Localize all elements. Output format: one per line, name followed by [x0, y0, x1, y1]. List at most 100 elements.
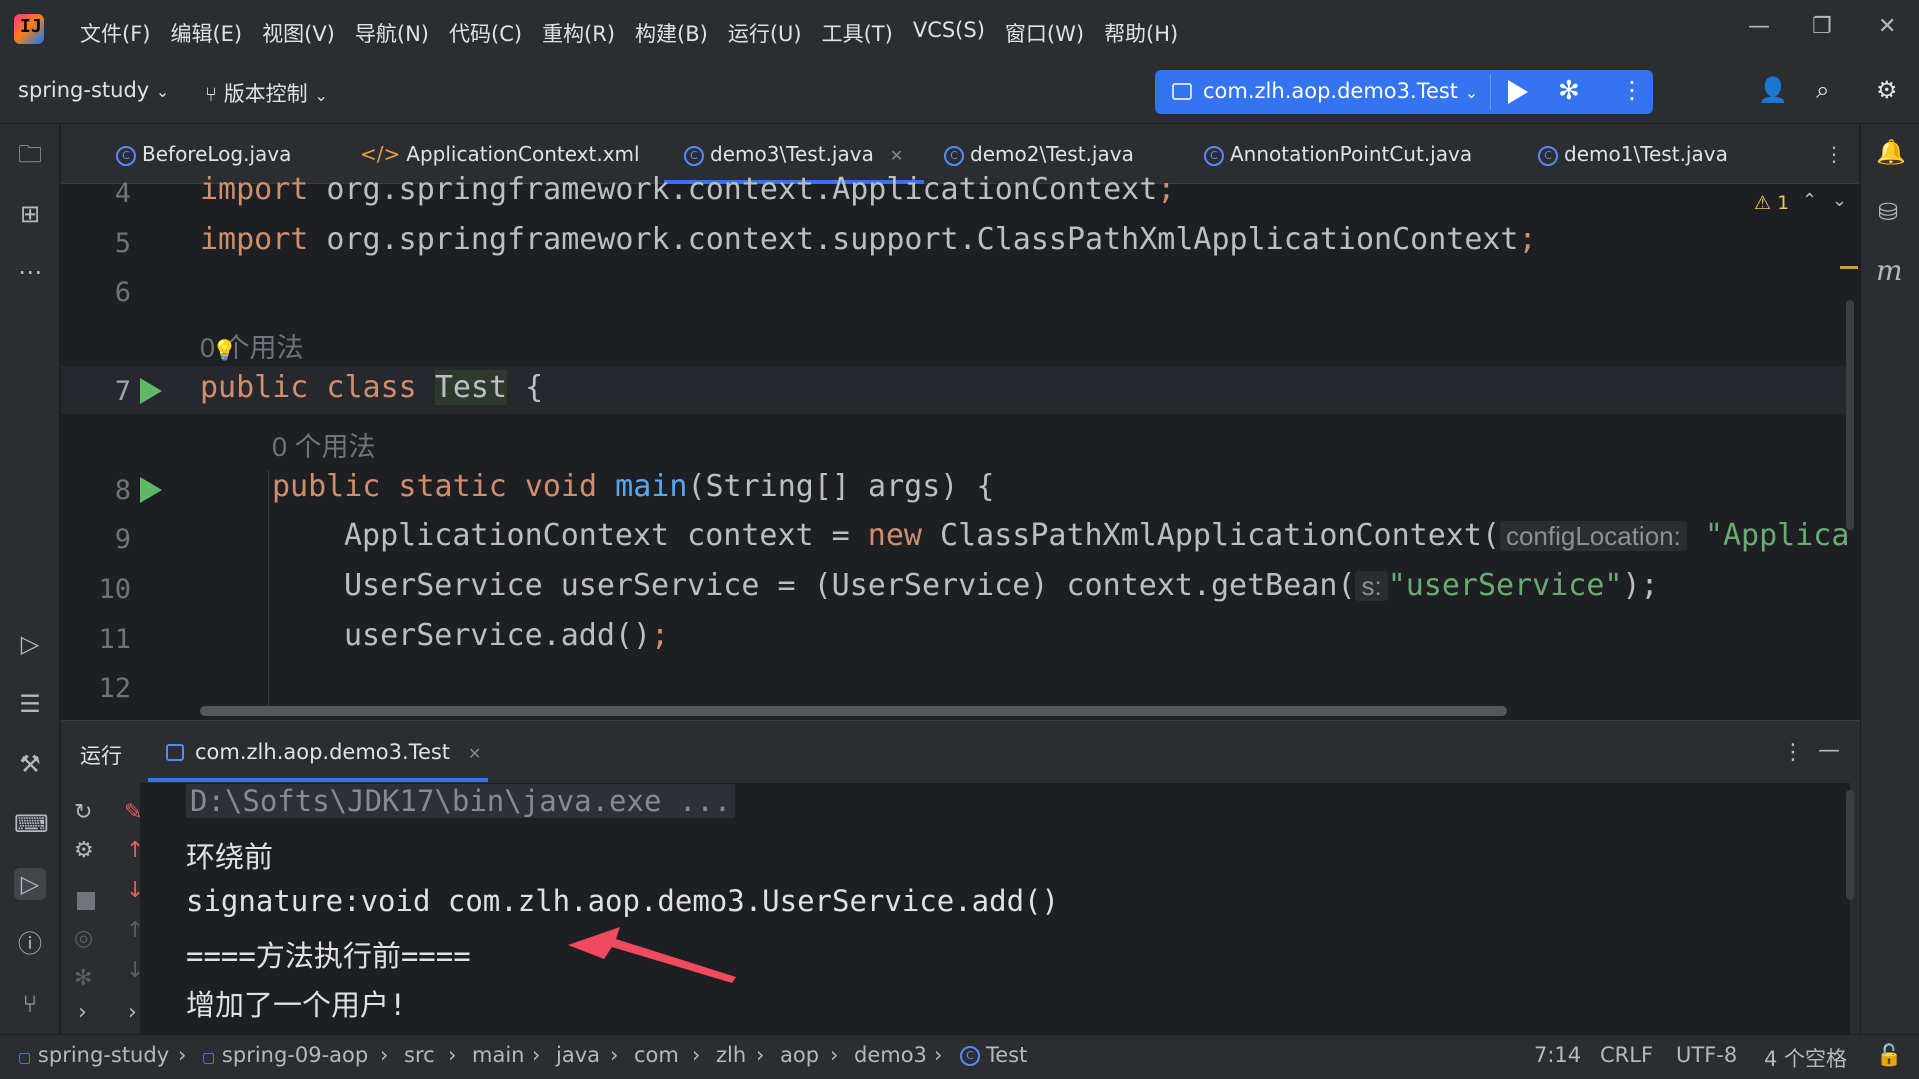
breadcrumb-separator: ›: [934, 1043, 943, 1067]
minimize-icon[interactable]: —: [1748, 14, 1770, 39]
expand-more-icon[interactable]: ›: [78, 1000, 87, 1025]
tab-more-icon[interactable]: ⋮: [1824, 142, 1844, 166]
breadcrumb-zlh[interactable]: zlh: [716, 1043, 746, 1067]
line-number: 10: [98, 574, 131, 605]
close-run-tab-icon[interactable]: ✕: [468, 744, 481, 763]
more-horizontal-icon[interactable]: ⋯: [14, 256, 46, 288]
debug-icon[interactable]: ✻: [1558, 76, 1580, 106]
console-line-highlighted: ====方法执行前====: [186, 939, 471, 973]
hide-panel-icon[interactable]: —: [1818, 738, 1840, 763]
chevron-down-icon: ⌄: [314, 86, 328, 105]
problems-icon[interactable]: ⓘ: [14, 928, 46, 960]
menu-build[interactable]: 构建(B): [625, 12, 718, 54]
rerun-icon[interactable]: ↻: [74, 800, 92, 825]
more-vertical-icon[interactable]: ⋮: [1620, 76, 1644, 104]
prev-warning-icon[interactable]: ⌃: [1802, 190, 1817, 211]
breadcrumb-demo3[interactable]: demo3: [854, 1043, 927, 1067]
breadcrumb-java[interactable]: java: [556, 1043, 600, 1067]
services-icon[interactable]: ▷: [14, 628, 46, 660]
menu-code[interactable]: 代码(C): [439, 12, 532, 54]
line-separator[interactable]: CRLF: [1600, 1043, 1653, 1067]
breadcrumb-main[interactable]: main: [472, 1043, 524, 1067]
menu-tools[interactable]: 工具(T): [812, 12, 903, 54]
run-settings-icon[interactable]: ⚙: [74, 838, 94, 863]
console-line: D:\Softs\JDK17\bin\java.exe ...: [186, 784, 736, 818]
tab-annotationpointcut[interactable]: C AnnotationPointCut.java: [1204, 142, 1472, 166]
add-user-icon[interactable]: 👤: [1758, 76, 1788, 104]
usages-hint[interactable]: 0 个用法: [272, 425, 376, 464]
horizontal-scrollbar[interactable]: [200, 706, 1507, 716]
app-logo-icon[interactable]: IJ: [14, 14, 44, 44]
terminal-icon[interactable]: ⌨: [14, 808, 49, 840]
tab-beforelog[interactable]: C BeforeLog.java: [116, 142, 291, 166]
menu-help[interactable]: 帮助(H): [1094, 12, 1188, 54]
warnings-indicator[interactable]: ⚠ 1: [1754, 192, 1789, 214]
class-icon: C: [684, 145, 704, 166]
close-window-icon[interactable]: ✕: [1878, 14, 1896, 39]
main-menu: 文件(F) 编辑(E) 视图(V) 导航(N) 代码(C) 重构(R) 构建(B…: [70, 12, 1188, 54]
folder-project-icon[interactable]: 🗀: [14, 138, 46, 170]
menu-vcs[interactable]: VCS(S): [903, 12, 995, 54]
tab-demo1-test[interactable]: Cdemo1\Test.java: [1538, 142, 1728, 166]
breadcrumb-aop[interactable]: aop: [780, 1043, 819, 1067]
breadcrumb-src[interactable]: src: [404, 1043, 435, 1067]
vertical-scrollbar[interactable]: [1846, 300, 1854, 530]
expand-more-icon[interactable]: ›: [128, 1000, 137, 1025]
tab-applicationcontext-xml[interactable]: </> ApplicationContext.xml: [360, 142, 640, 166]
breadcrumb-separator: ›: [756, 1043, 765, 1067]
notifications-bell-icon[interactable]: 🔔: [1876, 138, 1906, 166]
console-scrollbar[interactable]: [1846, 790, 1854, 900]
vcs-selector[interactable]: ⑂ 版本控制 ⌄: [205, 78, 328, 108]
settings-gear-icon[interactable]: ⚙: [1876, 76, 1898, 104]
menu-window[interactable]: 窗口(W): [995, 12, 1094, 54]
tab-demo3-test[interactable]: Cdemo3\Test.java ✕: [684, 142, 903, 166]
breadcrumb-module[interactable]: ▢ spring-09-aop: [202, 1043, 368, 1067]
lock-icon[interactable]: 🔓: [1876, 1043, 1902, 1068]
search-icon[interactable]: ⌕: [1816, 76, 1829, 104]
warnings-count: 1: [1777, 192, 1790, 214]
console-line: 环绕前: [186, 840, 274, 874]
breadcrumb-test[interactable]: C Test: [960, 1043, 1027, 1067]
layers-icon[interactable]: ☰: [14, 688, 46, 720]
maven-icon[interactable]: m: [1876, 254, 1903, 287]
menu-file[interactable]: 文件(F): [70, 12, 160, 54]
breadcrumb-project[interactable]: ▢ spring-study: [18, 1043, 169, 1067]
structure-icon[interactable]: ⊞: [14, 198, 46, 230]
breadcrumb-com[interactable]: com: [634, 1043, 679, 1067]
tab-demo2-test[interactable]: Cdemo2\Test.java: [944, 142, 1134, 166]
stop-icon[interactable]: [77, 892, 95, 910]
java-command-line[interactable]: D:\Softs\JDK17\bin\java.exe ...: [186, 784, 736, 818]
code-line-8: public static void main(String[] args) {: [272, 469, 995, 504]
cursor-position[interactable]: 7:14: [1534, 1043, 1581, 1067]
tab-label: demo2\Test.java: [970, 142, 1134, 166]
project-selector[interactable]: spring-study ⌄: [18, 78, 169, 102]
menu-edit[interactable]: 编辑(E): [160, 12, 252, 54]
menu-navigate[interactable]: 导航(N): [345, 12, 439, 54]
string-literal: "userService": [1387, 568, 1623, 603]
indent-setting[interactable]: 4 个空格: [1764, 1043, 1847, 1073]
run-tool-icon[interactable]: ▷: [14, 868, 46, 900]
git-icon[interactable]: ⑂: [14, 988, 46, 1020]
next-warning-icon[interactable]: ⌄: [1832, 190, 1847, 211]
breadcrumb-separator: ›: [532, 1043, 541, 1067]
run-icon[interactable]: [1508, 80, 1528, 104]
active-run-tab-indicator: [148, 778, 488, 782]
menu-run[interactable]: 运行(U): [718, 12, 812, 54]
run-gutter-icon[interactable]: [140, 477, 162, 503]
lightbulb-icon[interactable]: 💡: [212, 338, 237, 362]
menu-view[interactable]: 视图(V): [252, 12, 345, 54]
class-icon: C: [944, 145, 964, 166]
line-number: 12: [98, 673, 131, 704]
build-hammer-icon[interactable]: ⚒: [14, 748, 46, 780]
run-config-selector[interactable]: com.zlh.aop.demo3.Test ⌄: [1203, 79, 1478, 103]
menu-refactor[interactable]: 重构(R): [532, 12, 625, 54]
param-hint: s:: [1355, 571, 1388, 601]
annotation-arrow: [568, 927, 736, 983]
run-options-icon[interactable]: ⋮: [1782, 740, 1804, 765]
restore-icon[interactable]: ❐: [1812, 14, 1832, 39]
run-tab[interactable]: com.zlh.aop.demo3.Test ✕: [195, 740, 481, 764]
file-encoding[interactable]: UTF-8: [1676, 1043, 1737, 1067]
close-tab-icon[interactable]: ✕: [890, 146, 903, 165]
run-gutter-icon[interactable]: [140, 378, 162, 404]
database-icon[interactable]: ⛁: [1878, 198, 1898, 226]
